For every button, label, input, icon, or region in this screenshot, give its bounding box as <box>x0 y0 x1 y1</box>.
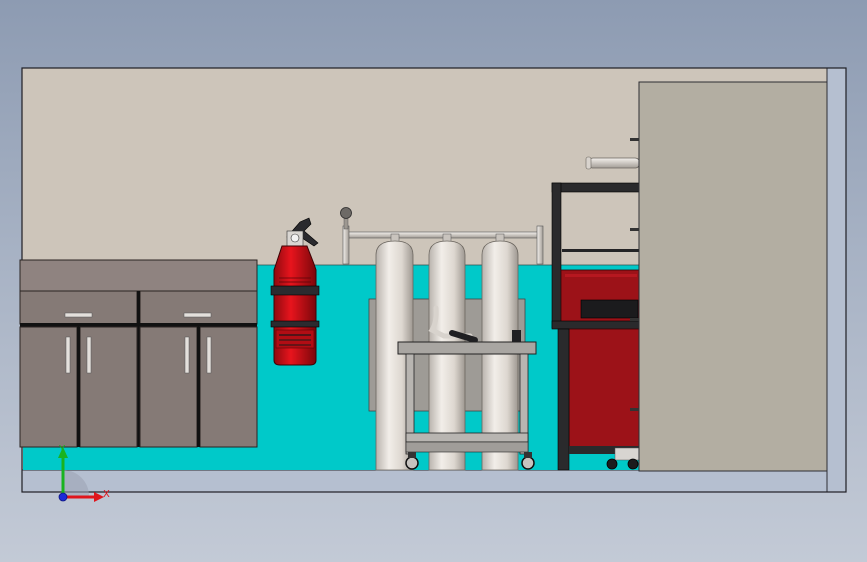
drawer-handle-right <box>183 312 212 318</box>
rack-wheel <box>606 458 618 470</box>
cabinet-drawer-right[interactable] <box>139 290 258 325</box>
door-handle-3 <box>184 336 190 374</box>
cad-viewport[interactable]: Y X <box>0 0 867 562</box>
base-cabinet[interactable] <box>19 259 258 448</box>
y-axis-label: Y <box>58 444 66 455</box>
room-floor <box>21 469 847 493</box>
cabinet-countertop <box>19 259 258 292</box>
partition-panel[interactable] <box>630 81 828 472</box>
cabinet-display-slot <box>580 299 639 319</box>
door-handle-4 <box>206 336 212 374</box>
cart-wheel <box>405 456 419 470</box>
extinguisher-bracket <box>270 285 320 296</box>
door-handle-2 <box>86 336 92 374</box>
red-cabinet-lower[interactable] <box>568 328 641 454</box>
overhead-pipe <box>585 156 641 170</box>
drawer-handle-left <box>64 312 93 318</box>
cad-scene[interactable]: Y X <box>0 0 867 562</box>
x-axis-label: X <box>103 489 110 500</box>
rack-wheel <box>627 458 639 470</box>
pressure-gauge-icon <box>340 207 352 219</box>
door-handle-1 <box>65 336 71 374</box>
cabinet-drawer-left[interactable] <box>19 290 138 325</box>
room-right-wall <box>826 67 847 493</box>
cart-wheel <box>521 456 535 470</box>
